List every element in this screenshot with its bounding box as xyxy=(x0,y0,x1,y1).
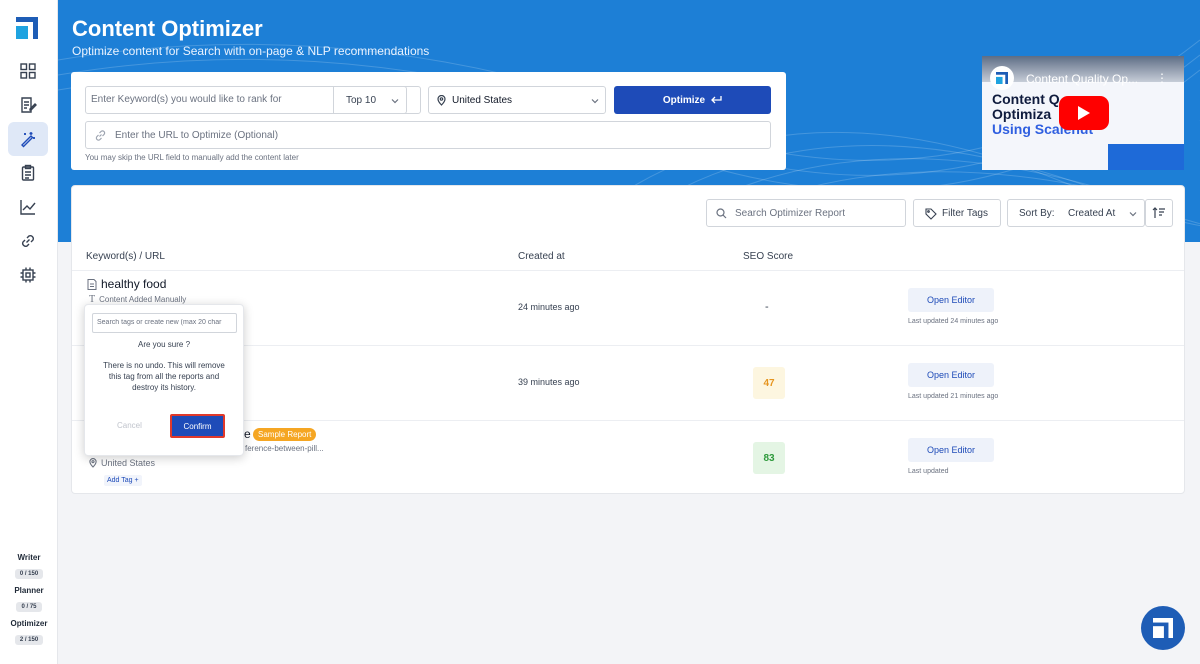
open-editor-button[interactable]: Open Editor xyxy=(908,438,994,462)
row-created: 24 minutes ago xyxy=(518,302,580,312)
top-results-value: Top 10 xyxy=(346,95,377,106)
usage-optimizer: Optimizer 2 / 150 xyxy=(0,619,58,646)
row-divider xyxy=(72,270,1184,271)
usage-count: 0 / 150 xyxy=(14,569,44,579)
usage-count: 2 / 150 xyxy=(14,635,44,645)
scalenut-logo-icon xyxy=(1153,618,1173,638)
sort-descending-icon xyxy=(1152,207,1165,218)
sort-by-value: Created At xyxy=(1068,208,1116,219)
row-url: ference-between-pill... xyxy=(245,444,324,453)
help-chat-button[interactable] xyxy=(1141,606,1185,650)
magic-wand-icon xyxy=(21,132,35,148)
keyword-placeholder: Enter Keyword(s) you would like to rank … xyxy=(91,94,282,105)
open-editor-button[interactable]: Open Editor xyxy=(908,288,994,312)
dashboard-icon xyxy=(20,63,36,79)
confirm-question: Are you sure ? xyxy=(137,340,191,349)
row-last-updated: Last updated 21 minutes ago xyxy=(908,393,999,400)
clipboard-icon xyxy=(21,164,35,181)
nav-integrations[interactable] xyxy=(8,258,48,292)
play-icon[interactable] xyxy=(1059,96,1109,130)
seo-score-badge: 47 xyxy=(753,367,785,399)
row-location-text: United States xyxy=(101,458,156,468)
url-input[interactable]: Enter the URL to Optimize (Optional) xyxy=(85,121,771,149)
page-subtitle: Optimize content for Search with on-page… xyxy=(72,44,430,58)
optimize-form: Enter Keyword(s) you would like to rank … xyxy=(71,72,786,170)
country-select[interactable]: United States xyxy=(428,86,606,114)
chip-icon xyxy=(20,267,36,283)
row-created: 39 minutes ago xyxy=(518,377,580,387)
page-title: Content Optimizer xyxy=(72,16,263,41)
location-pin-icon xyxy=(437,95,446,106)
document-icon xyxy=(87,279,97,290)
row-keyword[interactable]: healthy food xyxy=(101,277,166,291)
row-source-text: Content Added Manually xyxy=(99,295,187,304)
row-score: - xyxy=(765,301,769,313)
chart-icon xyxy=(20,200,36,215)
usage-label: Optimizer xyxy=(10,619,48,628)
location-pin-icon xyxy=(89,458,97,468)
row-last-updated: Last updated xyxy=(908,468,949,475)
row-location: United States xyxy=(89,458,155,468)
nav-planner[interactable] xyxy=(8,156,48,190)
sample-report-badge: Sample Report xyxy=(253,428,317,441)
search-placeholder: Search Optimizer Report xyxy=(735,208,846,219)
link-icon xyxy=(22,235,34,247)
chevron-down-icon xyxy=(391,99,399,104)
url-placeholder: Enter the URL to Optimize (Optional) xyxy=(115,130,279,141)
open-editor-button[interactable]: Open Editor xyxy=(908,363,994,387)
usage-writer: Writer 0 / 150 xyxy=(0,553,58,580)
filter-tags-label: Filter Tags xyxy=(942,208,988,219)
nav-dashboard[interactable] xyxy=(8,54,48,88)
confirm-button[interactable]: Confirm xyxy=(170,414,225,438)
add-tag-button[interactable]: Add Tag + xyxy=(104,475,142,486)
chevron-down-icon xyxy=(591,99,599,104)
sort-by-select[interactable]: Sort By: Created At xyxy=(1007,199,1145,227)
confirm-message: There is no undo. This will remove this … xyxy=(103,361,225,392)
channel-logo-icon xyxy=(990,66,1014,90)
header-created-at: Created at xyxy=(518,251,565,262)
usage-label: Planner xyxy=(14,586,44,595)
url-hint: You may skip the URL field to manually a… xyxy=(85,153,299,162)
more-options-icon[interactable]: ⋮ xyxy=(1156,71,1168,85)
top-results-select[interactable]: Top 10 xyxy=(333,86,407,114)
country-value: United States xyxy=(452,95,513,106)
seo-score-badge: 83 xyxy=(753,442,785,474)
nav-optimizer[interactable] xyxy=(8,122,48,156)
video-decoration xyxy=(1108,144,1184,170)
enter-arrow-icon xyxy=(711,96,722,104)
sidebar: Writer 0 / 150 Planner 0 / 75 Optimizer … xyxy=(0,0,58,664)
tag-icon xyxy=(925,208,937,220)
search-icon xyxy=(716,208,727,219)
header-seo-score: SEO Score xyxy=(743,251,794,262)
video-title: Content Quality Op... xyxy=(1026,72,1139,86)
tag-search-placeholder: Search tags or create new (max 20 char xyxy=(97,319,222,326)
row-keyword[interactable]: e xyxy=(244,427,251,441)
header-keyword: Keyword(s) / URL xyxy=(86,251,165,262)
row-last-updated: Last updated 24 minutes ago xyxy=(908,318,999,325)
link-icon xyxy=(95,130,106,141)
usage-planner: Planner 0 / 75 xyxy=(0,586,58,613)
nav-analytics[interactable] xyxy=(8,190,48,224)
optimize-label: Optimize xyxy=(662,94,706,106)
nav-links[interactable] xyxy=(8,224,48,258)
delete-tag-popover: Search tags or create new (max 20 char A… xyxy=(84,304,244,456)
tag-search-input[interactable]: Search tags or create new (max 20 char xyxy=(92,313,237,333)
optimize-button[interactable]: Optimize xyxy=(614,86,771,114)
usage-count: 0 / 75 xyxy=(16,602,42,612)
sort-direction-button[interactable] xyxy=(1145,199,1173,227)
scalenut-logo-icon[interactable] xyxy=(16,17,38,39)
sort-by-label: Sort By: xyxy=(1019,208,1055,219)
document-edit-icon xyxy=(21,97,37,113)
filter-tags-button[interactable]: Filter Tags xyxy=(913,199,1001,227)
cancel-button[interactable]: Cancel xyxy=(117,421,142,430)
nav-writer[interactable] xyxy=(8,88,48,122)
tutorial-video[interactable]: Content Q Optimiza Using Scalenut Conten… xyxy=(982,56,1184,170)
chevron-down-icon xyxy=(1129,212,1137,217)
search-report-input[interactable]: Search Optimizer Report xyxy=(706,199,906,227)
usage-label: Writer xyxy=(17,553,41,562)
